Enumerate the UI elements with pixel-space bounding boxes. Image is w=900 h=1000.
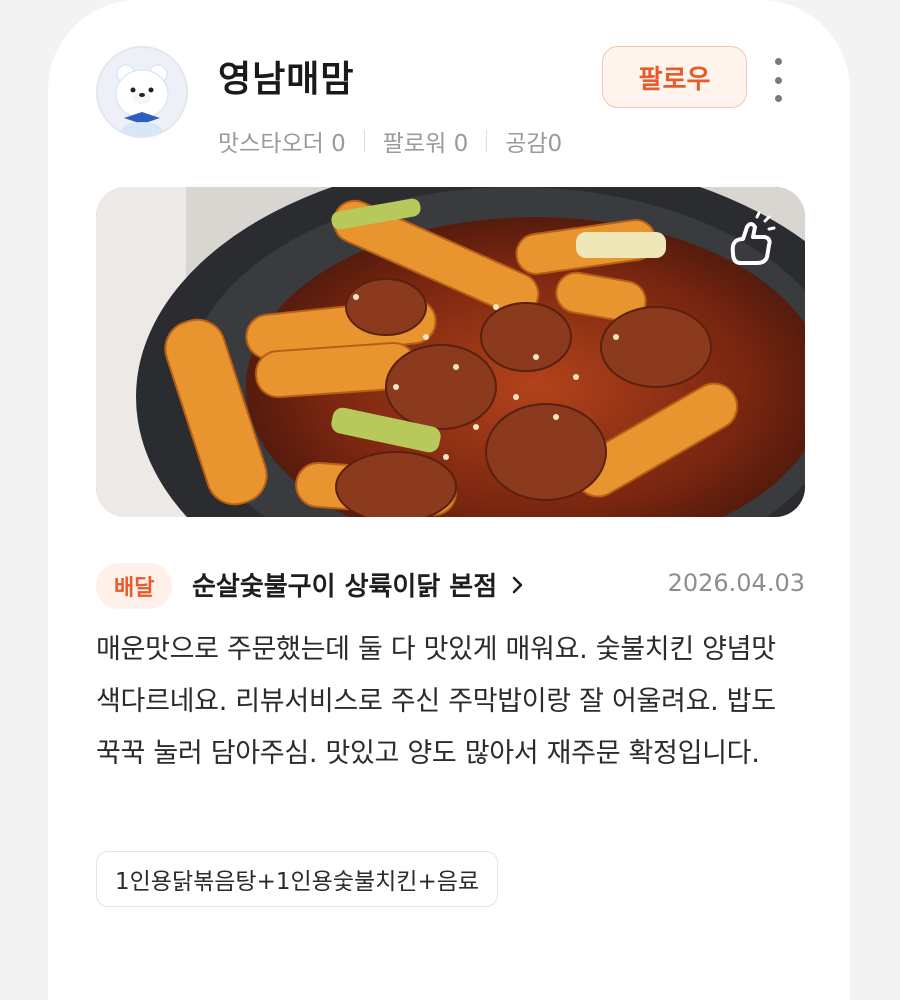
thumbs-up-icon[interactable] [719, 209, 783, 273]
food-photo-image [96, 187, 805, 517]
menu-items-chip: 1인용닭볶음탕+1인용숯불치킨+음료 [96, 851, 499, 907]
divider [363, 130, 365, 152]
chevron-right-icon [512, 576, 523, 593]
review-date: 2026.04.03 [667, 569, 805, 597]
stat-followers: 팔로워 0 [382, 131, 469, 157]
more-vertical-icon[interactable] [764, 58, 792, 102]
delivery-badge: 배달 [96, 563, 173, 609]
stat-mastar-order: 맛스타오더 0 [218, 131, 346, 157]
bear-avatar-icon [98, 48, 186, 136]
review-text: 매운맛으로 주문했는데 둘 다 맛있게 매워요. 숯불치킨 양념맛 색다르네요.… [96, 634, 776, 769]
store-link[interactable]: 순살숯불구이 상륙이닭 본점 [192, 566, 527, 603]
review-photo[interactable] [96, 187, 805, 517]
avatar[interactable] [96, 46, 188, 138]
store-name: 순살숯불구이 상륙이닭 본점 [192, 572, 498, 602]
username[interactable]: 영남매맘 [218, 50, 354, 102]
stat-likes: 공감0 [505, 131, 563, 157]
profile-stats: 맛스타오더 0 팔로워 0 공감0 [218, 124, 562, 158]
divider [486, 130, 488, 152]
follow-button[interactable]: 팔로우 [602, 46, 747, 108]
